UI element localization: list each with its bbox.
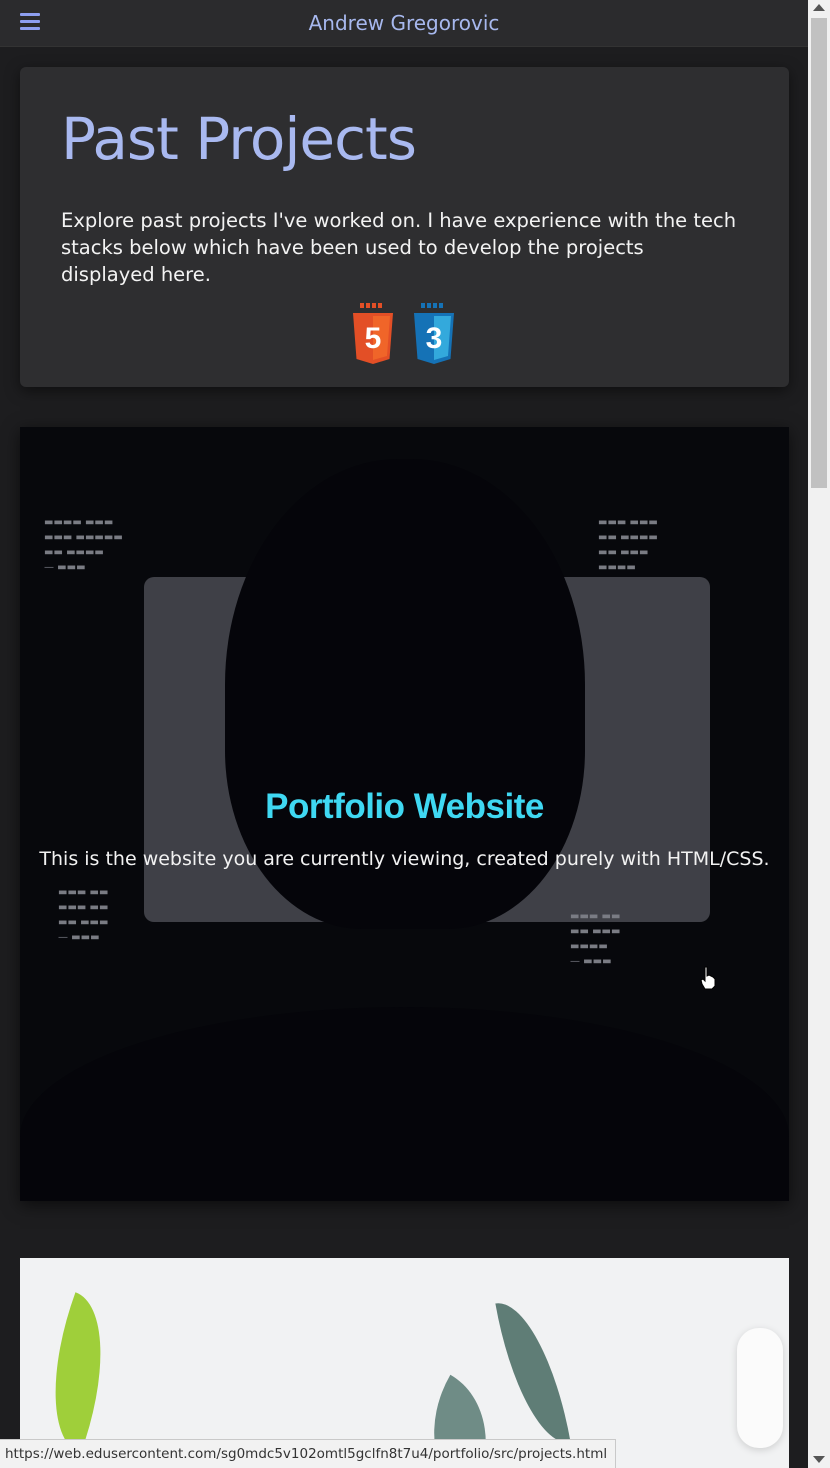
project-card-next[interactable]: [20, 1258, 789, 1468]
hand-pointer-cursor-icon: [700, 966, 716, 990]
top-navbar: Andrew Gregorovic: [0, 0, 808, 47]
scroll-up-arrow-icon[interactable]: [813, 4, 825, 11]
intro-card: Past Projects Explore past projects I've…: [20, 67, 789, 387]
project-description: This is the website you are currently vi…: [39, 848, 770, 870]
scroll-down-arrow-icon[interactable]: [813, 1456, 825, 1463]
page-title: Past Projects: [61, 105, 417, 173]
tech-stack-icons: 5 3: [352, 303, 455, 365]
scrollbar[interactable]: [808, 0, 830, 1468]
project-card-portfolio[interactable]: ▬▬▬▬ ▬▬▬ ▬▬▬ ▬▬▬▬▬ ▬▬ ▬▬▬▬ — ▬▬▬ ▬▬▬ ▬▬▬ ▬▬ …: [20, 427, 789, 1201]
scrollbar-thumb[interactable]: [811, 18, 827, 488]
project-title[interactable]: Portfolio Website: [20, 787, 789, 827]
html5-icon: 5: [353, 303, 393, 364]
intro-description: Explore past projects I've worked on. I …: [61, 209, 737, 286]
earbuds-image: [737, 1328, 783, 1448]
site-title[interactable]: Andrew Gregorovic: [0, 11, 808, 35]
css3-icon: 3: [414, 303, 454, 364]
status-bar-url: https://web.edusercontent.com/sg0mdc5v10…: [0, 1439, 617, 1468]
html5-label: 5: [365, 322, 382, 355]
css3-label: 3: [426, 322, 443, 355]
